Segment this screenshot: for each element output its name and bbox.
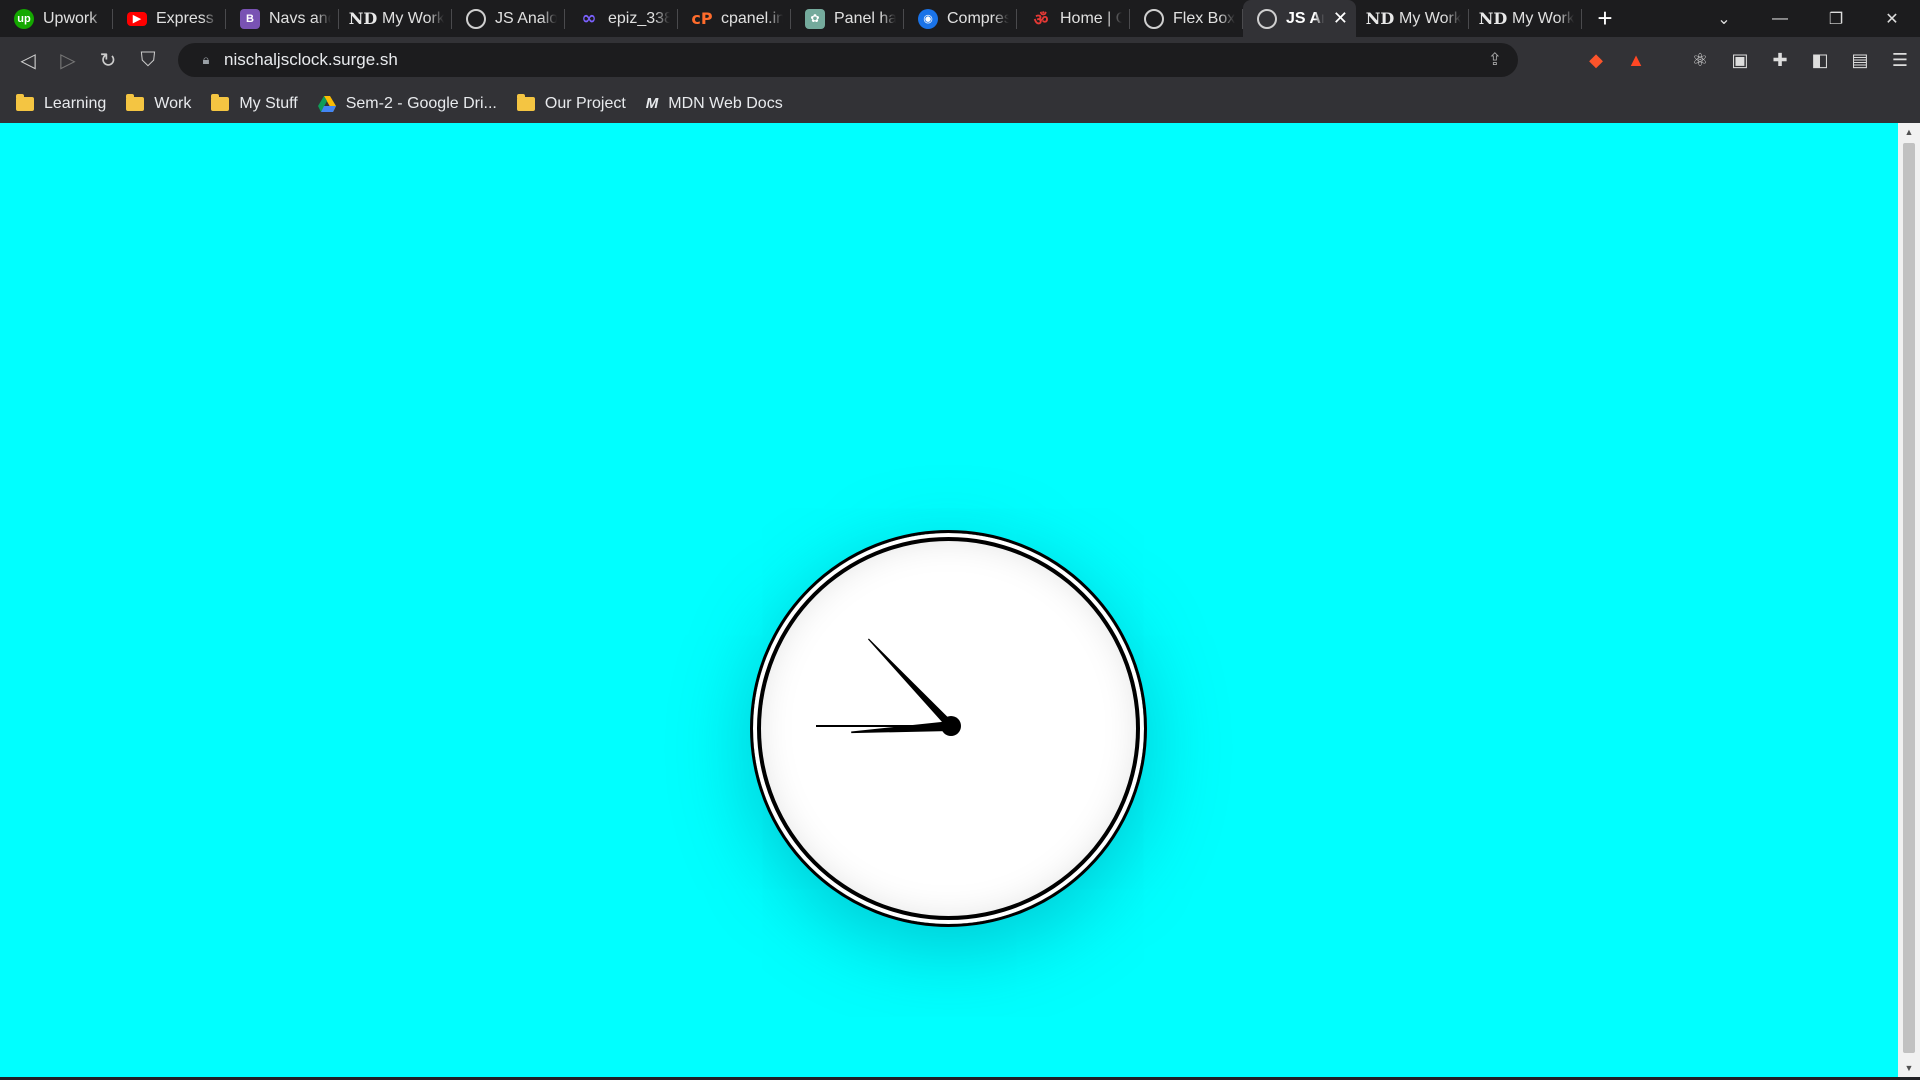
scrollbar-thumb[interactable] [1903, 143, 1915, 1053]
vertical-scrollbar[interactable]: ▲ ▼ [1898, 123, 1920, 1077]
globe-icon [1257, 8, 1277, 29]
tab-title: Flex Box i [1173, 9, 1235, 27]
tab-title: My Work| [1399, 9, 1461, 27]
compress-icon: ◉ [918, 8, 938, 29]
bookmarks-bar: Learning Work My Stuff Sem-2 - Google Dr… [0, 84, 1920, 123]
upwork-icon: up [14, 8, 34, 29]
notion-icon: ND [348, 9, 378, 28]
tab-list: up Upwork ▶ Express JS B Navs and ND My … [0, 0, 1582, 37]
forward-icon[interactable]: ▷ [48, 48, 88, 73]
react-devtools-icon[interactable]: ⚛ [1680, 50, 1720, 71]
tab[interactable]: ND My Work| [1469, 0, 1582, 37]
tab[interactable]: ∞ epiz_3383 [565, 0, 678, 37]
tab-title: Express JS [156, 9, 218, 27]
url-text[interactable]: nischaljsclock.surge.sh [224, 50, 398, 70]
sidebar-icon[interactable]: ◧ [1800, 50, 1840, 71]
tab-title: Home | O [1060, 9, 1122, 27]
youtube-icon: ▶ [127, 11, 147, 26]
tab[interactable]: ✿ Panel han [791, 0, 904, 37]
om-icon: ॐ [1033, 9, 1049, 29]
globe-icon [466, 8, 486, 29]
tab-title: epiz_3383 [608, 9, 670, 27]
tab[interactable]: JS Analog [452, 0, 565, 37]
reload-icon[interactable]: ↻ [88, 48, 128, 73]
tab[interactable]: ॐ Home | O [1017, 0, 1130, 37]
media-icon[interactable]: ▣ [1720, 50, 1760, 71]
tab-search-icon[interactable]: ⌄ [1696, 9, 1752, 29]
cpanel-icon: cP [691, 9, 713, 28]
bookmark-label: MDN Web Docs [668, 94, 783, 112]
tab[interactable]: Flex Box i [1130, 0, 1243, 37]
mdn-icon: M [645, 95, 659, 112]
share-icon[interactable]: ⇪ [1488, 50, 1502, 70]
tab-title: Compress [947, 9, 1009, 27]
hour-hand [851, 721, 952, 734]
bookmark-mdn[interactable]: M MDN Web Docs [646, 95, 783, 113]
extensions-icon[interactable]: ✚ [1760, 50, 1800, 71]
notion-icon: ND [1478, 9, 1508, 28]
bookmark-label: Our Project [544, 94, 626, 112]
lock-icon[interactable]: 🔒︎ [188, 52, 224, 68]
tab-strip: up Upwork ▶ Express JS B Navs and ND My … [0, 0, 1920, 37]
bookmark-learning[interactable]: Learning [16, 93, 107, 113]
bookmark-our-project[interactable]: Our Project [516, 93, 626, 113]
new-tab-button[interactable]: + [1582, 0, 1628, 37]
folder-icon [211, 93, 230, 111]
bookmark-icon[interactable]: ⛉ [128, 49, 168, 72]
tab[interactable]: ▶ Express JS [113, 0, 226, 37]
tab-title: My Work| [1512, 9, 1574, 27]
folder-icon [516, 93, 535, 111]
tab-title: cpanel.inf [721, 9, 783, 27]
bookmark-label: My Stuff [239, 94, 298, 112]
browser-toolbar: ◁ ▷ ↻ ⛉ 🔒︎ nischaljsclock.surge.sh ⇪ ◆ ▲… [0, 37, 1920, 84]
analog-clock [750, 530, 1147, 927]
scroll-down-icon[interactable]: ▼ [1898, 1063, 1920, 1073]
menu-icon[interactable]: ☰ [1880, 50, 1920, 71]
globe-icon [1144, 8, 1164, 29]
brave-rewards-icon[interactable]: ▲ [1616, 50, 1656, 71]
notion-icon: ND [1365, 9, 1395, 28]
tab-title: Navs and [269, 9, 331, 27]
tab-title: Panel han [834, 9, 896, 27]
bootstrap-icon: B [240, 8, 260, 29]
minute-hand [867, 638, 954, 729]
tab[interactable]: up Upwork [0, 0, 113, 37]
bookmark-label: Learning [44, 94, 107, 112]
tab-active[interactable]: JS Ana ✕ [1243, 0, 1356, 37]
close-tab-icon[interactable]: ✕ [1333, 8, 1348, 29]
address-bar[interactable]: 🔒︎ nischaljsclock.surge.sh ⇪ [178, 43, 1518, 77]
bookmark-my-stuff[interactable]: My Stuff [211, 93, 298, 113]
tab[interactable]: ND My Work| [339, 0, 452, 37]
infinity-icon: ∞ [581, 8, 597, 29]
brave-shields-icon[interactable]: ◆ [1576, 50, 1616, 71]
wallet-icon[interactable]: ▤ [1840, 50, 1880, 71]
openai-icon: ✿ [805, 8, 825, 29]
page-content [0, 123, 1898, 1077]
bookmark-google-drive[interactable]: Sem-2 - Google Dri... [317, 94, 497, 113]
bookmark-work[interactable]: Work [126, 93, 192, 113]
tab[interactable]: B Navs and [226, 0, 339, 37]
tab-title: JS Analog [495, 9, 557, 27]
window-controls: ⌄ — ❐ ✕ [1696, 0, 1920, 37]
tab[interactable]: ND My Work| [1356, 0, 1469, 37]
tab[interactable]: ◉ Compress [904, 0, 1017, 37]
google-drive-icon [317, 95, 336, 112]
clock-center-pivot [941, 716, 961, 736]
minimize-icon[interactable]: — [1752, 10, 1808, 28]
clock-hands [816, 638, 961, 736]
folder-icon [16, 93, 34, 111]
restore-icon[interactable]: ❐ [1808, 9, 1864, 29]
bookmark-label: Work [154, 94, 192, 112]
scroll-up-icon[interactable]: ▲ [1898, 127, 1920, 137]
close-window-icon[interactable]: ✕ [1864, 9, 1920, 29]
toolbar-actions: ◆ ▲ ⚛ ▣ ✚ ◧ ▤ ☰ [1576, 37, 1920, 84]
tab[interactable]: cP cpanel.inf [678, 0, 791, 37]
tab-title: My Work| [382, 9, 444, 27]
bookmark-label: Sem-2 - Google Dri... [345, 94, 497, 112]
back-icon[interactable]: ◁ [8, 48, 48, 73]
tab-title: Upwork [43, 9, 98, 27]
folder-icon [126, 93, 145, 111]
tab-title: JS Ana [1286, 9, 1324, 27]
